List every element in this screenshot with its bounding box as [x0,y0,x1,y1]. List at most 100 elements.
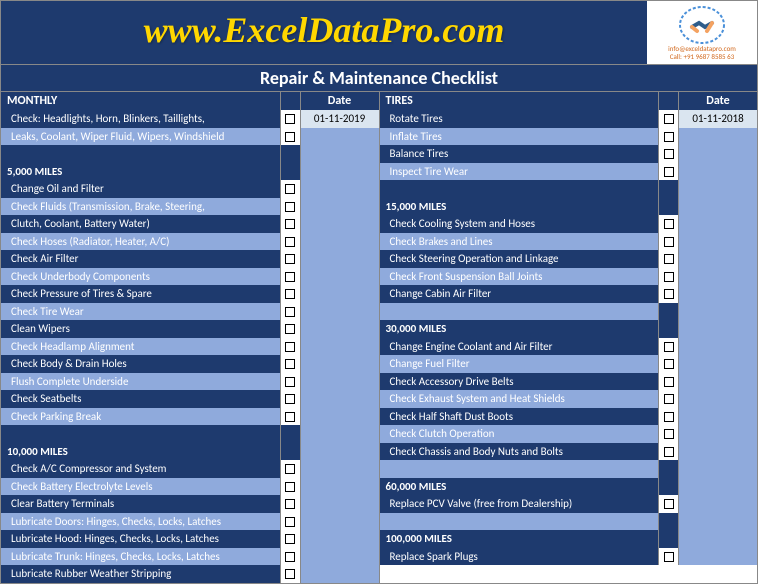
checkbox-icon[interactable] [664,149,674,159]
checkbox-icon[interactable] [664,359,674,369]
checkbox-icon[interactable] [285,412,295,422]
checkbox-icon[interactable] [664,342,674,352]
checkbox-cell[interactable] [659,425,679,443]
checkbox-icon[interactable] [285,202,295,212]
checkbox-cell[interactable] [281,495,301,513]
checkbox-icon[interactable] [664,132,674,142]
section-header: 15,000 MILES [380,198,758,216]
checklist-row: Check Battery Electrolyte Levels [1,478,379,496]
checkbox-cell[interactable] [281,565,301,583]
grid: MONTHLYDateCheck: Headlights, Horn, Blin… [1,92,757,583]
checkbox-icon[interactable] [664,499,674,509]
checkbox-cell[interactable] [281,198,301,216]
checkbox-cell[interactable] [659,548,679,566]
checkbox-icon[interactable] [664,114,674,124]
checkbox-cell[interactable] [659,390,679,408]
checkbox-icon[interactable] [285,184,295,194]
checkbox-cell[interactable] [659,408,679,426]
checklist-row: Change Oil and Filter [1,180,379,198]
checklist-row [380,460,758,478]
checkbox-icon[interactable] [285,324,295,334]
checkbox-icon[interactable] [664,254,674,264]
checkbox-icon[interactable] [285,132,295,142]
checkbox-icon[interactable] [285,307,295,317]
checkbox-icon[interactable] [664,447,674,457]
checkbox-icon[interactable] [285,342,295,352]
checkbox-icon[interactable] [664,219,674,229]
checkbox-icon[interactable] [285,394,295,404]
checkbox-cell[interactable] [659,145,679,163]
checkbox-cell[interactable] [659,373,679,391]
checkbox-cell[interactable] [659,268,679,286]
checkbox-cell[interactable] [281,548,301,566]
checkbox-icon[interactable] [664,412,674,422]
checkbox-cell[interactable] [281,338,301,356]
checkbox-cell[interactable] [281,268,301,286]
checklist-row: Lubricate Hood: Hinges, Checks, Locks, L… [1,530,379,548]
checkbox-cell[interactable] [281,373,301,391]
checkbox-cell[interactable] [281,513,301,531]
checkbox-icon[interactable] [285,552,295,562]
checkbox-icon[interactable] [285,114,295,124]
checkbox-cell[interactable] [659,110,679,128]
section-title: 60,000 MILES [380,478,660,496]
checkbox-cell[interactable] [281,180,301,198]
checkbox-cell[interactable] [659,250,679,268]
checklist-row: Check Front Suspension Ball Joints [380,268,758,286]
checkbox-cell[interactable] [281,303,301,321]
checkbox-cell[interactable] [281,460,301,478]
checkbox-cell[interactable] [281,285,301,303]
date-spacer [301,163,379,181]
checkbox-cell[interactable] [281,128,301,146]
checkbox-cell [281,425,301,443]
task-label: Clean Wipers [1,320,281,338]
checkbox-icon[interactable] [285,534,295,544]
checkbox-icon[interactable] [285,464,295,474]
checkbox-cell[interactable] [659,233,679,251]
checkbox-icon[interactable] [664,167,674,177]
checkbox-icon[interactable] [285,219,295,229]
checkbox-cell[interactable] [659,215,679,233]
checkbox-icon[interactable] [285,499,295,509]
checkbox-icon[interactable] [664,394,674,404]
date-spacer [301,233,379,251]
checkbox-cell[interactable] [659,495,679,513]
checkbox-cell[interactable] [281,355,301,373]
checkbox-icon[interactable] [285,377,295,387]
date-spacer [679,495,757,513]
date-value[interactable]: 01-11-2019 [301,110,379,128]
task-label: Change Fuel Filter [380,355,660,373]
checkbox-icon[interactable] [285,569,295,579]
checkbox-icon[interactable] [285,359,295,369]
checkbox-icon[interactable] [285,482,295,492]
checkbox-icon[interactable] [664,237,674,247]
checkbox-icon[interactable] [285,254,295,264]
date-value[interactable]: 01-11-2018 [679,110,757,128]
checkbox-icon[interactable] [664,272,674,282]
checkbox-cell[interactable] [659,128,679,146]
checkbox-cell[interactable] [281,478,301,496]
checkbox-cell[interactable] [659,338,679,356]
checkbox-icon[interactable] [664,429,674,439]
checkbox-cell[interactable] [659,285,679,303]
checkbox-icon[interactable] [664,377,674,387]
checkbox-cell[interactable] [659,355,679,373]
section-header: 100,000 MILES [380,530,758,548]
checkbox-icon[interactable] [664,289,674,299]
checkbox-cell[interactable] [281,250,301,268]
checkbox-cell[interactable] [281,390,301,408]
checkbox-icon[interactable] [664,552,674,562]
checkbox-icon[interactable] [285,272,295,282]
checkbox-cell[interactable] [281,530,301,548]
checkbox-cell[interactable] [281,215,301,233]
checklist-row: Check Underbody Components [1,268,379,286]
checkbox-cell[interactable] [281,320,301,338]
checkbox-icon[interactable] [285,289,295,299]
checkbox-cell[interactable] [659,443,679,461]
checkbox-cell[interactable] [281,408,301,426]
checkbox-cell[interactable] [281,110,301,128]
checkbox-icon[interactable] [285,237,295,247]
checkbox-cell[interactable] [659,163,679,181]
checkbox-cell[interactable] [281,233,301,251]
checkbox-icon[interactable] [285,517,295,527]
